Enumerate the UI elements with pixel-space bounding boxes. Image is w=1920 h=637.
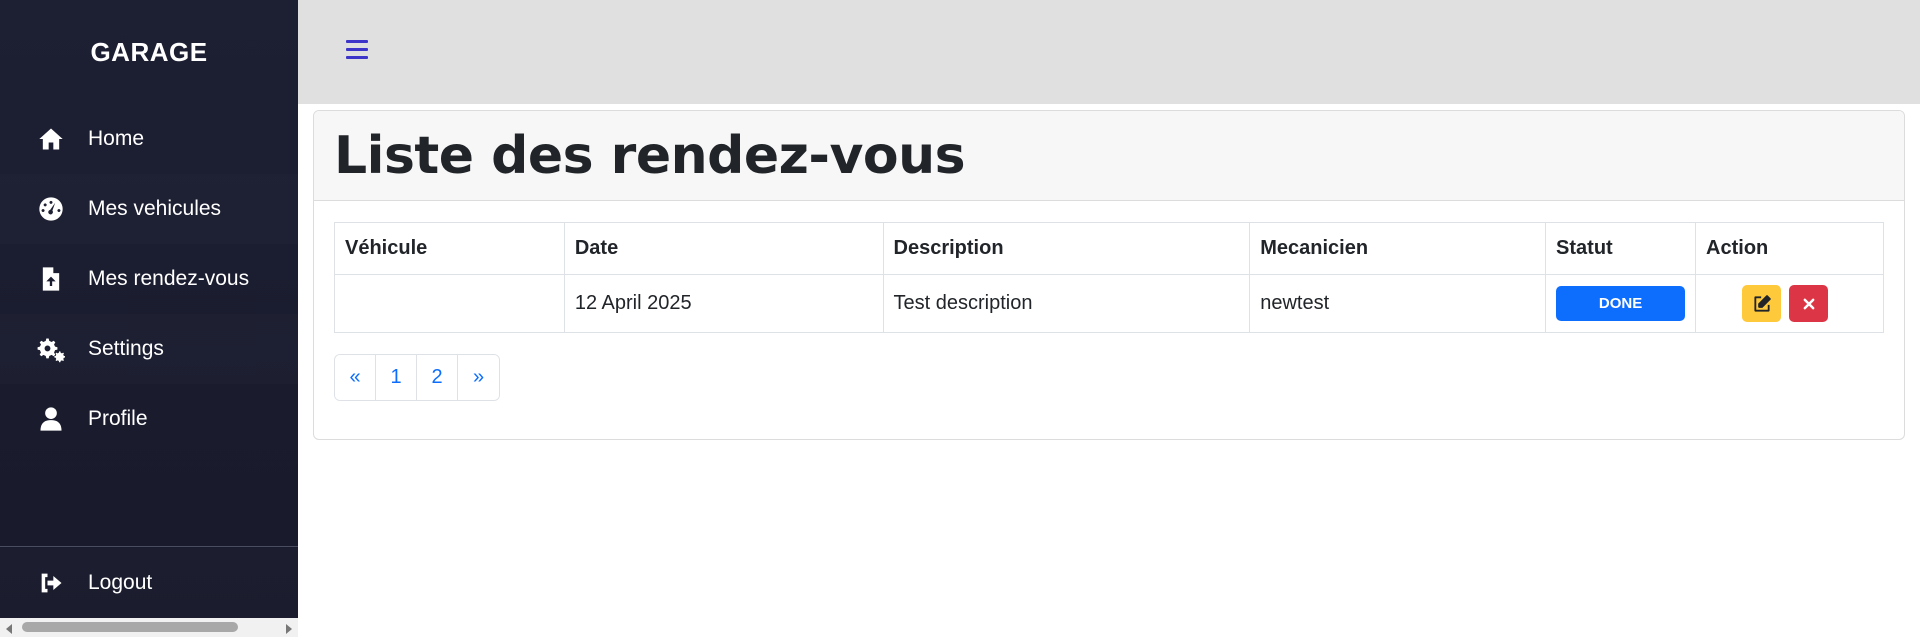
- column-header-date: Date: [563, 222, 884, 275]
- logout-label: Logout: [88, 571, 153, 594]
- sidebar-item-settings[interactable]: Settings: [0, 314, 298, 384]
- sidebar-item-label: Mes rendez-vous: [88, 267, 250, 290]
- column-header-description: Description: [882, 222, 1251, 275]
- cell-action: [1695, 274, 1884, 333]
- app: GARAGE Home Mes vehicules Mes rendez-vou…: [0, 0, 1920, 637]
- column-header-vehicule: Véhicule: [334, 222, 565, 275]
- gears-icon: [36, 334, 66, 364]
- pagination-next[interactable]: »: [458, 355, 499, 400]
- cell-statut: DONE: [1545, 274, 1697, 333]
- topbar: [298, 0, 1920, 104]
- table-header-row: Véhicule Date Description Mecanicien Sta…: [334, 222, 1884, 275]
- cell-vehicule: [334, 274, 565, 333]
- sidebar-item-home[interactable]: Home: [0, 104, 298, 174]
- close-icon: [1803, 298, 1814, 309]
- sidebar-item-label: Home: [88, 127, 145, 150]
- user-icon: [36, 404, 66, 434]
- table-row: 12 April 2025 Test description newtest D…: [334, 274, 1884, 333]
- status-badge: DONE: [1556, 286, 1686, 321]
- sidebar-item-profile[interactable]: Profile: [0, 384, 298, 454]
- column-header-statut: Statut: [1545, 222, 1697, 275]
- pagination-page-1[interactable]: 1: [376, 355, 417, 400]
- row-actions: [1706, 285, 1873, 322]
- column-header-mecanicien: Mecanicien: [1249, 222, 1547, 275]
- logout-button[interactable]: Logout: [0, 548, 298, 618]
- edit-button[interactable]: [1742, 285, 1782, 322]
- column-header-action: Action: [1695, 222, 1884, 275]
- tachometer-icon: [36, 194, 66, 224]
- scroll-right-icon[interactable]: [286, 624, 292, 634]
- sidebar-item-mes-vehicules[interactable]: Mes vehicules: [0, 174, 298, 244]
- card-header: Liste des rendez-vous: [314, 111, 1904, 201]
- sidebar-divider: [0, 546, 298, 547]
- horizontal-scrollbar[interactable]: [0, 618, 298, 637]
- pagination: « 1 2 »: [334, 354, 500, 401]
- cell-date: 12 April 2025: [563, 274, 884, 333]
- sidebar: GARAGE Home Mes vehicules Mes rendez-vou…: [0, 0, 298, 637]
- pagination-page-2[interactable]: 2: [417, 355, 458, 400]
- delete-button[interactable]: [1789, 285, 1829, 322]
- appointments-card: Liste des rendez-vous Véhicule Date Desc…: [313, 110, 1905, 440]
- sidebar-item-label: Settings: [88, 337, 164, 360]
- brand-logo: GARAGE: [90, 36, 208, 67]
- sidebar-item-label: Mes vehicules: [88, 197, 222, 220]
- cell-mecanicien: newtest: [1249, 274, 1547, 333]
- sign-out-icon: [36, 568, 66, 598]
- scroll-left-icon[interactable]: [6, 624, 12, 634]
- sidebar-item-label: Profile: [88, 407, 148, 430]
- home-icon: [36, 124, 66, 154]
- appointments-table: Véhicule Date Description Mecanicien Sta…: [334, 222, 1884, 333]
- pagination-previous[interactable]: «: [335, 355, 376, 400]
- file-upload-icon: [36, 264, 66, 294]
- sidebar-nav: Home Mes vehicules Mes rendez-vous Setti…: [0, 104, 298, 454]
- scrollbar-thumb[interactable]: [22, 622, 238, 632]
- hamburger-icon[interactable]: [346, 40, 368, 62]
- cell-description: Test description: [882, 274, 1251, 333]
- sidebar-item-mes-rendez-vous[interactable]: Mes rendez-vous: [0, 244, 298, 314]
- edit-icon: [1753, 294, 1771, 312]
- page-title: Liste des rendez-vous: [334, 125, 966, 186]
